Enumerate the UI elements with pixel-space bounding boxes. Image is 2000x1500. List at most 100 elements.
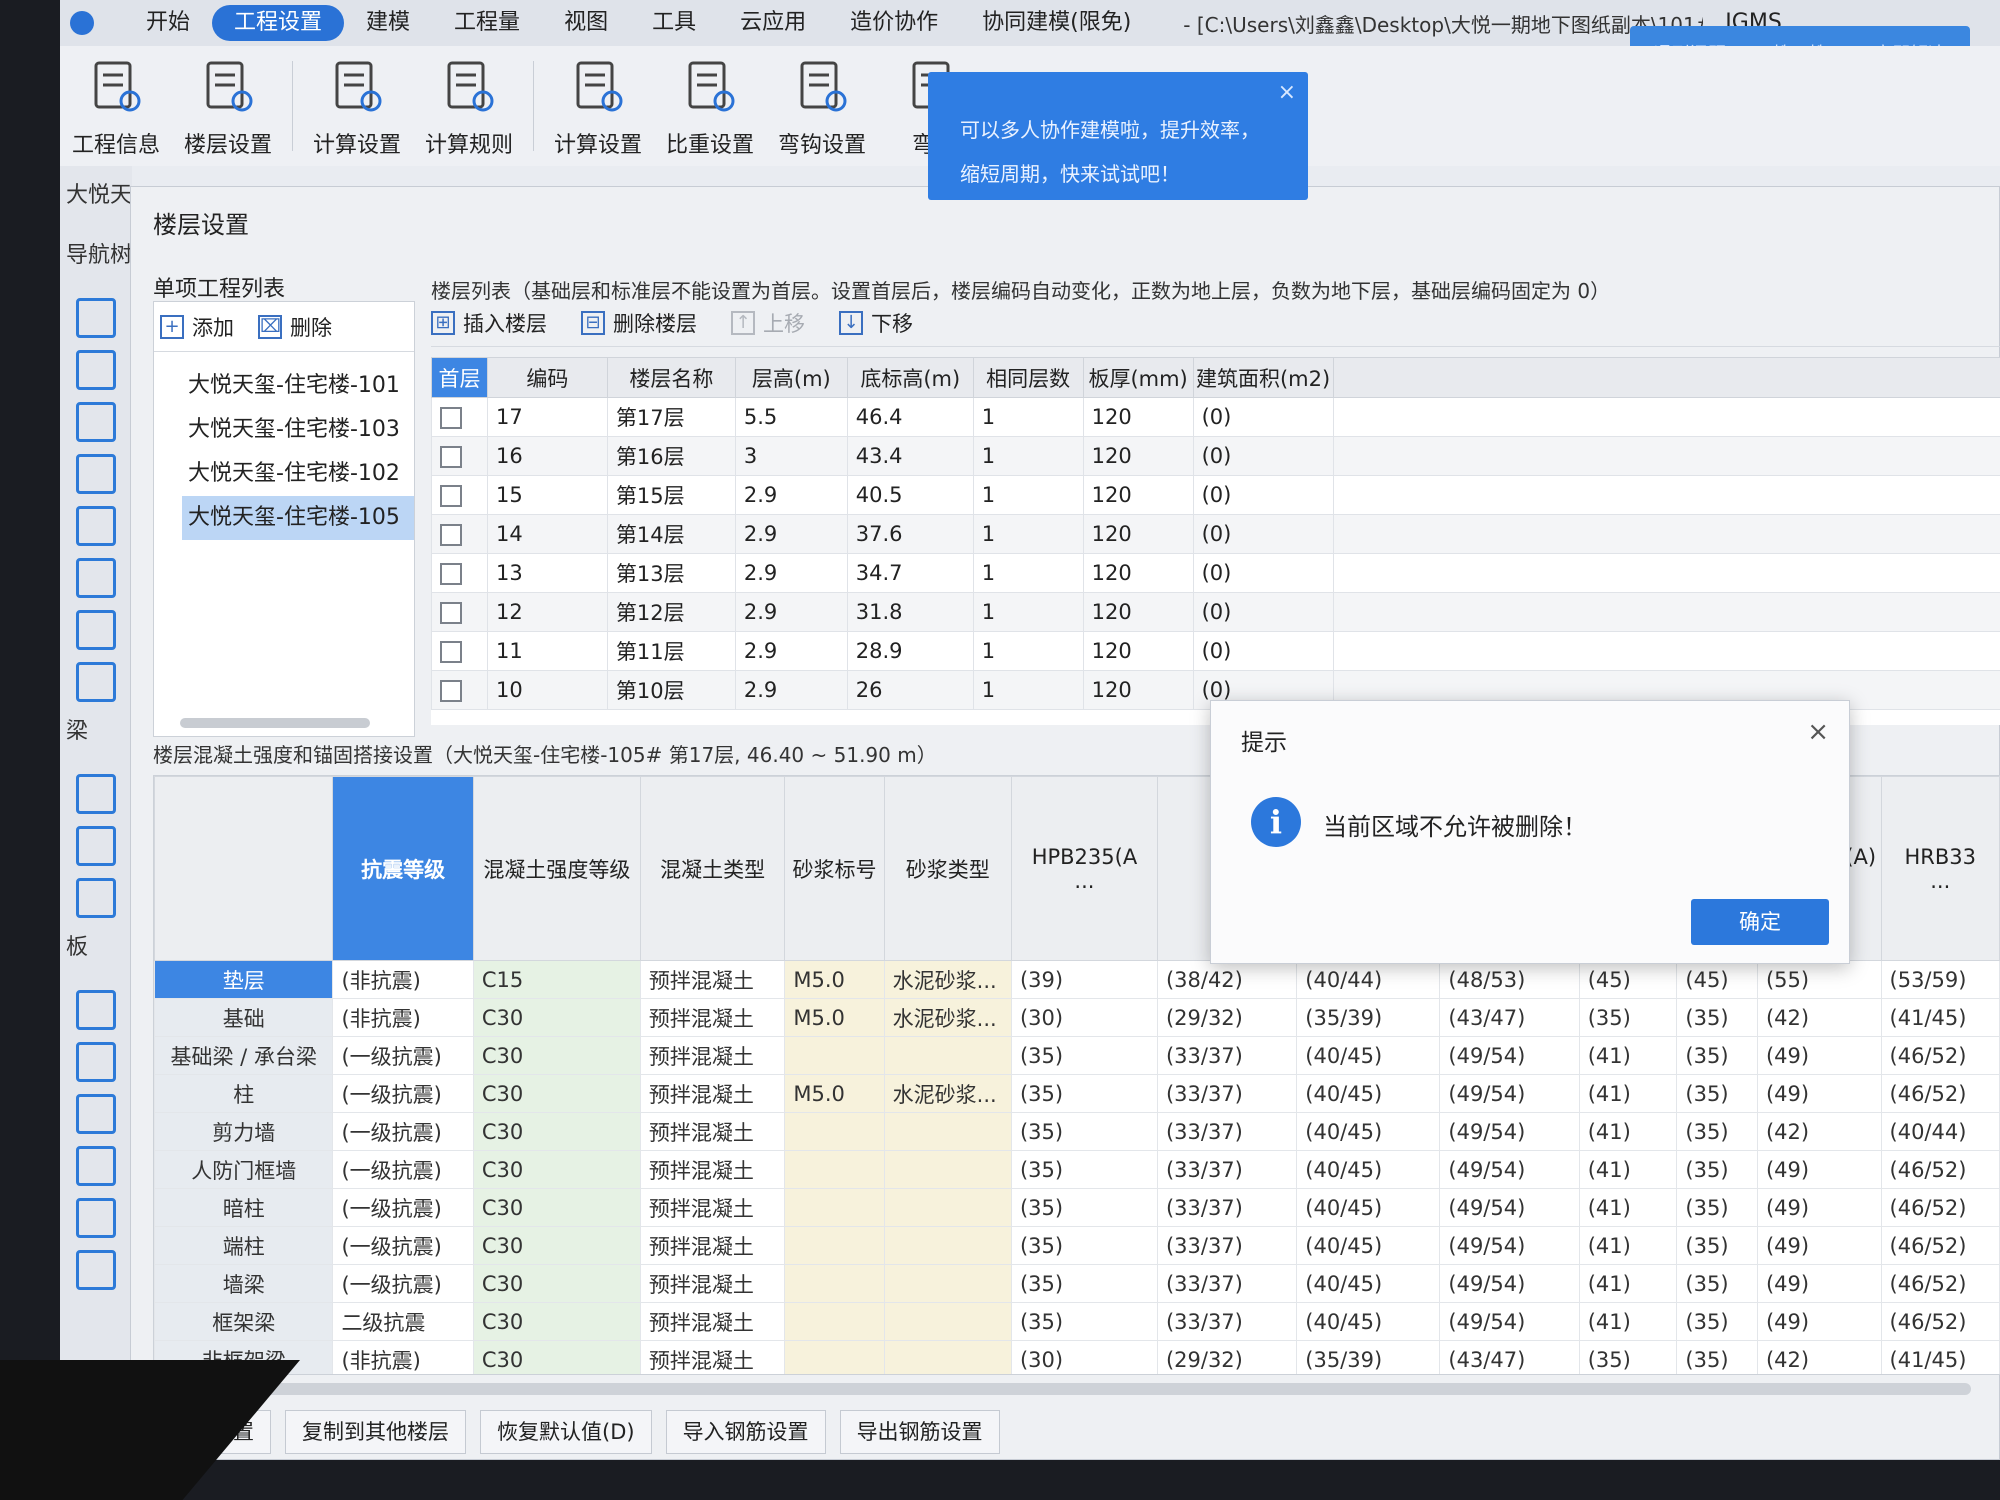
concrete-cell[interactable]: (35): [1010, 1188, 1158, 1227]
menu-2[interactable]: 建模: [344, 5, 432, 41]
concrete-cell[interactable]: (35/39): [1296, 998, 1441, 1037]
concrete-cell[interactable]: (48/53): [1439, 960, 1580, 999]
concrete-cell[interactable]: (49/54): [1439, 1150, 1580, 1189]
concrete-cell[interactable]: (40/45): [1296, 1112, 1441, 1151]
concrete-cell[interactable]: (33/37): [1156, 1264, 1298, 1303]
menu-1[interactable]: 工程设置: [212, 5, 345, 41]
concrete-cell[interactable]: (35): [1676, 1302, 1758, 1341]
concrete-cell[interactable]: M5.0: [784, 998, 885, 1037]
nav-component-icon[interactable]: [76, 558, 116, 598]
nav-beam-icon[interactable]: [76, 774, 116, 814]
concrete-cell[interactable]: 预拌混凝土: [639, 1226, 786, 1265]
ribbon-button-0[interactable]: 工程信息: [60, 46, 172, 166]
concrete-cell[interactable]: (49): [1756, 1226, 1882, 1265]
concrete-cell[interactable]: (49/54): [1439, 1226, 1580, 1265]
menu-3[interactable]: 工程量: [432, 5, 542, 41]
concrete-cell[interactable]: [883, 1226, 1012, 1265]
concrete-cell[interactable]: C30: [472, 1226, 641, 1265]
concrete-cell[interactable]: (35): [1010, 1150, 1158, 1189]
floor-cell[interactable]: 120: [1082, 514, 1194, 554]
nav-component-icon[interactable]: [76, 506, 116, 546]
concrete-cell[interactable]: (45): [1676, 960, 1758, 999]
concrete-cell[interactable]: [784, 1226, 885, 1265]
concrete-cell[interactable]: 水泥砂浆...: [883, 1074, 1012, 1113]
concrete-row[interactable]: 垫层 (非抗震) C15 预拌混凝土 M5.0 水泥砂浆... (39) (38/42) (40…: [154, 960, 2000, 999]
floor-cell[interactable]: 120: [1082, 397, 1194, 437]
concrete-cell[interactable]: [784, 1112, 885, 1151]
move-up-button[interactable]: ↑ 上移: [731, 308, 805, 338]
checkbox[interactable]: [440, 641, 462, 663]
concrete-cell[interactable]: (49/54): [1439, 1036, 1580, 1075]
nav-component-icon[interactable]: [76, 610, 116, 650]
concrete-cell[interactable]: (49/54): [1439, 1074, 1580, 1113]
concrete-cell[interactable]: C30: [472, 1074, 641, 1113]
checkbox[interactable]: [440, 485, 462, 507]
nav-component-icon[interactable]: [76, 402, 116, 442]
concrete-cell[interactable]: C30: [472, 1036, 641, 1075]
concrete-cell[interactable]: C30: [472, 998, 641, 1037]
floor-cell[interactable]: 2.9: [734, 592, 848, 632]
concrete-col-header[interactable]: 混凝土强度等级: [472, 776, 641, 961]
nav-slab-icon[interactable]: [76, 1094, 116, 1134]
concrete-cell[interactable]: (35): [1676, 1226, 1758, 1265]
concrete-cell[interactable]: (40/45): [1296, 1302, 1441, 1341]
floor-cell[interactable]: 15: [486, 475, 608, 515]
concrete-cell[interactable]: (42): [1756, 1112, 1882, 1151]
concrete-cell[interactable]: [883, 1150, 1012, 1189]
concrete-col-header[interactable]: 砂浆标号: [784, 776, 885, 961]
floor-cell[interactable]: 120: [1082, 592, 1194, 632]
concrete-cell[interactable]: (35): [1010, 1074, 1158, 1113]
floor-cell[interactable]: 37.6: [846, 514, 974, 554]
concrete-row[interactable]: 基础 (非抗震) C30 预拌混凝土 M5.0 水泥砂浆... (30) (29/32) (35…: [154, 998, 2000, 1037]
first-floor-checkbox-cell[interactable]: [431, 436, 488, 476]
concrete-row[interactable]: 柱 (一级抗震) C30 预拌混凝土 M5.0 水泥砂浆... (35) (33/37) (40…: [154, 1074, 2000, 1113]
floor-cell[interactable]: 12: [486, 592, 608, 632]
first-floor-checkbox-cell[interactable]: [431, 592, 488, 632]
floor-row[interactable]: 15 第15层 2.9 40.5 1 120 (0): [431, 475, 2000, 515]
concrete-cell[interactable]: (46/52): [1880, 1226, 2000, 1265]
floor-cell[interactable]: 120: [1082, 670, 1194, 710]
ribbon-button-5[interactable]: 比重设置: [654, 46, 766, 166]
menu-6[interactable]: 云应用: [718, 5, 828, 41]
concrete-cell[interactable]: (40/45): [1296, 1150, 1441, 1189]
concrete-cell[interactable]: (41/45): [1880, 1340, 2000, 1374]
concrete-cell[interactable]: (35): [1676, 1112, 1758, 1151]
concrete-col-header[interactable]: [154, 776, 334, 961]
concrete-cell[interactable]: (46/52): [1880, 1188, 2000, 1227]
floor-cell[interactable]: 16: [486, 436, 608, 476]
nav-slab-icon[interactable]: [76, 1250, 116, 1290]
floor-col-header[interactable]: 首层: [431, 357, 488, 398]
floor-row[interactable]: 17 第17层 5.5 46.4 1 120 (0): [431, 397, 2000, 437]
concrete-row[interactable]: 基础梁 / 承台梁 (一级抗震) C30 预拌混凝土 (35) (33/37) (40/45…: [154, 1036, 2000, 1075]
concrete-cell[interactable]: (30): [1010, 1340, 1158, 1374]
concrete-cell[interactable]: [883, 1264, 1012, 1303]
floor-col-header[interactable]: 底标高(m): [846, 357, 974, 398]
concrete-cell[interactable]: (42): [1756, 1340, 1882, 1374]
concrete-row[interactable]: 端柱 (一级抗震) C30 预拌混凝土 (35) (33/37) (40/45) (49/54…: [154, 1226, 2000, 1265]
floor-cell[interactable]: 120: [1082, 436, 1194, 476]
concrete-cell[interactable]: (一级抗震): [332, 1112, 474, 1151]
concrete-cell[interactable]: (非抗震): [332, 1340, 474, 1374]
menu-4[interactable]: 视图: [542, 5, 630, 41]
floor-cell[interactable]: 1: [972, 436, 1084, 476]
concrete-cell[interactable]: C30: [472, 1340, 641, 1374]
concrete-cell[interactable]: (41): [1578, 1036, 1678, 1075]
concrete-cell[interactable]: 预拌混凝土: [639, 1264, 786, 1303]
concrete-cell[interactable]: 水泥砂浆...: [883, 960, 1012, 999]
concrete-cell[interactable]: 预拌混凝土: [639, 1302, 786, 1341]
concrete-cell[interactable]: (45): [1578, 960, 1678, 999]
nav-slab-icon[interactable]: [76, 1146, 116, 1186]
concrete-col-header[interactable]: 砂浆类型: [883, 776, 1012, 961]
concrete-cell[interactable]: 预拌混凝土: [639, 1036, 786, 1075]
concrete-cell[interactable]: [784, 1036, 885, 1075]
concrete-cell[interactable]: C30: [472, 1112, 641, 1151]
concrete-cell[interactable]: (41): [1578, 1150, 1678, 1189]
concrete-cell[interactable]: C30: [472, 1302, 641, 1341]
concrete-cell[interactable]: (35): [1010, 1226, 1158, 1265]
concrete-cell[interactable]: (49): [1756, 1150, 1882, 1189]
floor-col-header[interactable]: 建筑面积(m2): [1192, 357, 1334, 398]
component-name-cell[interactable]: 人防门框墙: [154, 1150, 334, 1189]
floor-cell[interactable]: 第14层: [606, 514, 736, 554]
floor-cell[interactable]: (0): [1192, 514, 1334, 554]
delete-project-button[interactable]: ⌧ 删除: [258, 312, 332, 342]
